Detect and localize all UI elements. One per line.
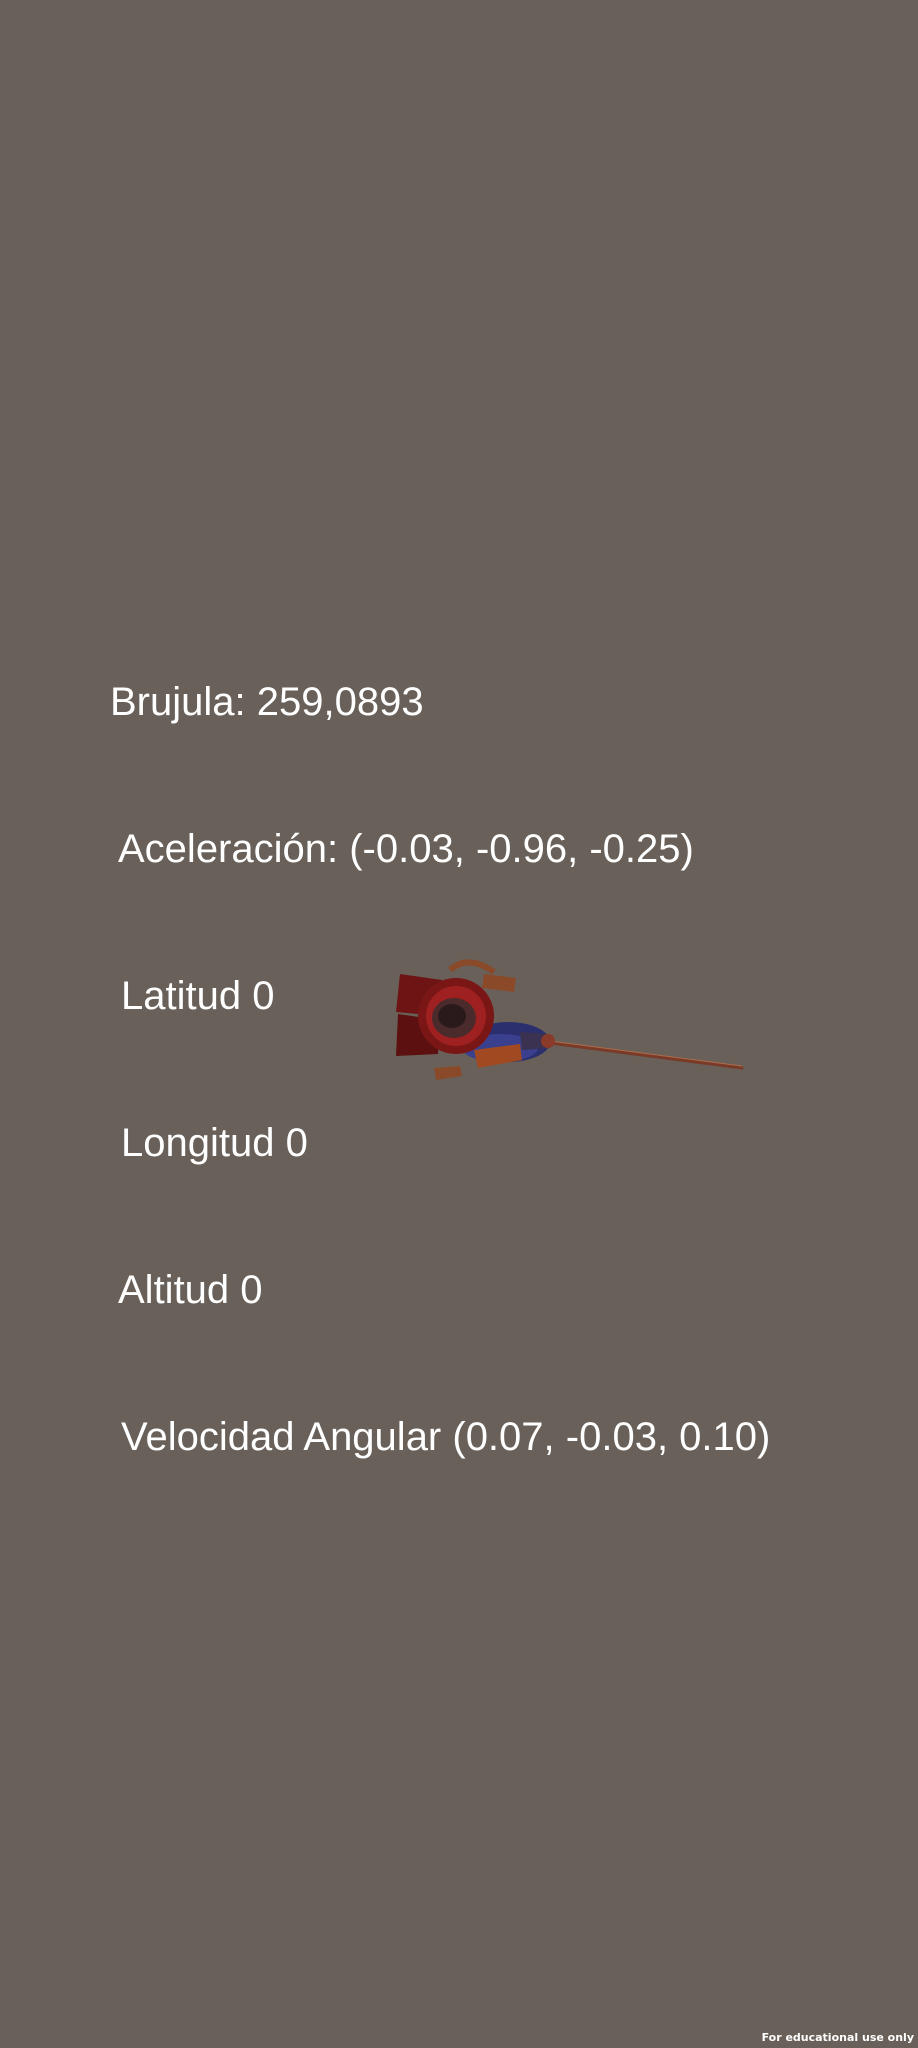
- longitude-readout: Longitud 0: [121, 1121, 308, 1165]
- compass-readout: Brujula: 259,0893: [110, 680, 424, 724]
- altitude-readout: Altitud 0: [118, 1268, 263, 1312]
- acceleration-readout: Aceleración: (-0.03, -0.96, -0.25): [118, 827, 694, 871]
- samurai-character-model[interactable]: [390, 950, 750, 1090]
- angular-velocity-readout: Velocidad Angular (0.07, -0.03, 0.10): [121, 1415, 771, 1459]
- watermark: For educational use only: [761, 2031, 914, 2044]
